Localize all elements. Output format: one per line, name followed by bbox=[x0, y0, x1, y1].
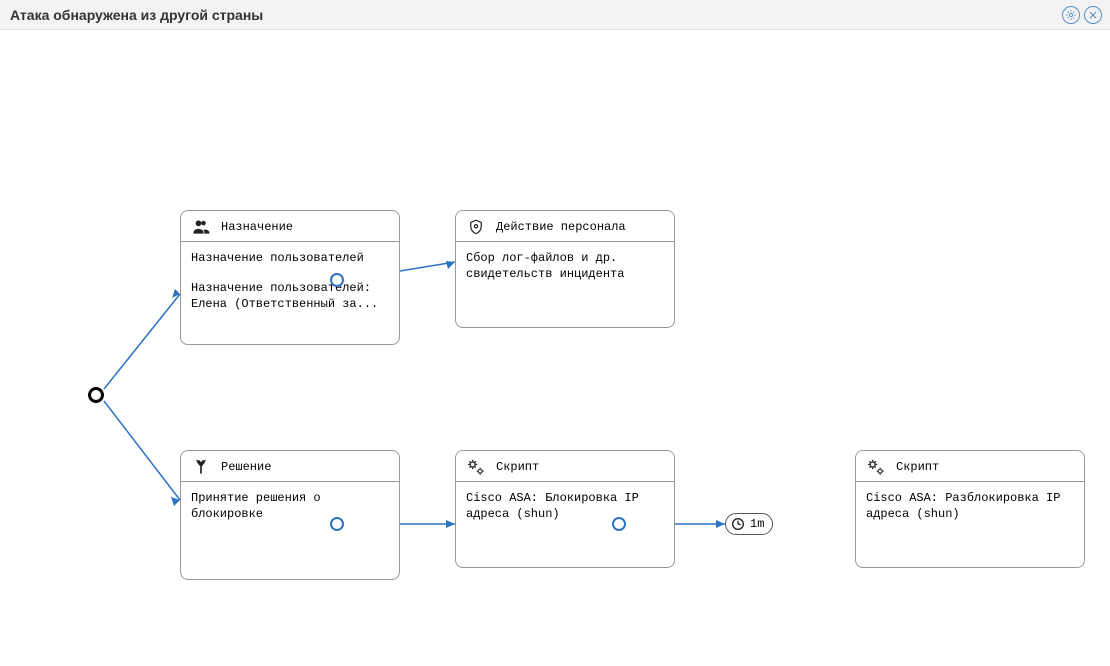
node-script-block[interactable]: Скрипт Cisco ASA: Блокировка IP адреса (… bbox=[455, 450, 675, 568]
output-port[interactable] bbox=[330, 517, 344, 531]
node-body: Cisco ASA: Разблокировка IP адреса (shun… bbox=[856, 482, 1084, 532]
settings-icon[interactable] bbox=[1062, 6, 1080, 24]
start-node[interactable] bbox=[88, 387, 104, 403]
output-port[interactable] bbox=[612, 517, 626, 531]
close-icon[interactable] bbox=[1084, 6, 1102, 24]
node-body: Принятие решения о блокировке bbox=[181, 482, 399, 532]
connectors bbox=[0, 30, 1110, 666]
node-body: Сбор лог-файлов и др. свидетельств инцид… bbox=[456, 242, 674, 292]
timer-label: 1m bbox=[750, 517, 764, 531]
workflow-header: Атака обнаружена из другой страны bbox=[0, 0, 1110, 30]
timer-badge[interactable]: 1m bbox=[725, 513, 773, 535]
shield-icon bbox=[466, 217, 486, 237]
page-title: Атака обнаружена из другой страны bbox=[10, 7, 263, 23]
node-body: Назначение пользователей Назначение поль… bbox=[181, 242, 399, 323]
branch-icon bbox=[191, 457, 211, 477]
node-body: Cisco ASA: Блокировка IP адреса (shun) bbox=[456, 482, 674, 532]
node-assignment[interactable]: Назначение Назначение пользователей Назн… bbox=[180, 210, 400, 345]
node-title: Скрипт bbox=[896, 460, 939, 474]
node-personnel-action[interactable]: Действие персонала Сбор лог-файлов и др.… bbox=[455, 210, 675, 328]
gears-icon bbox=[866, 457, 886, 477]
node-title: Назначение bbox=[221, 220, 293, 234]
node-script-unblock[interactable]: Скрипт Cisco ASA: Разблокировка IP адрес… bbox=[855, 450, 1085, 568]
node-decision[interactable]: Решение Принятие решения о блокировке bbox=[180, 450, 400, 580]
gears-icon bbox=[466, 457, 486, 477]
output-port[interactable] bbox=[330, 273, 344, 287]
header-actions bbox=[1062, 6, 1102, 24]
workflow-canvas[interactable]: Назначение Назначение пользователей Назн… bbox=[0, 30, 1110, 666]
node-title: Скрипт bbox=[496, 460, 539, 474]
node-title: Действие персонала bbox=[496, 220, 626, 234]
node-title: Решение bbox=[221, 460, 271, 474]
clock-icon bbox=[730, 516, 746, 532]
users-icon bbox=[191, 217, 211, 237]
